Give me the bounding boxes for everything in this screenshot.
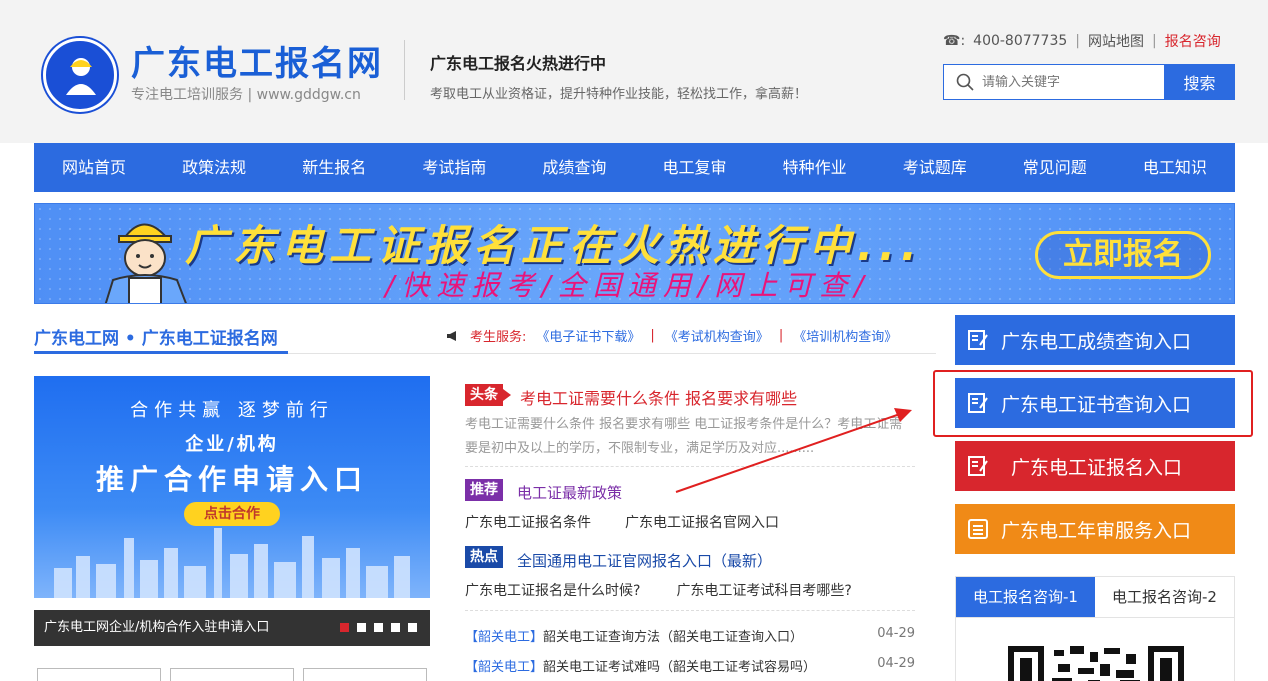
- hot-tag: 热点: [465, 546, 503, 568]
- entry-label: 广东电工成绩查询入口: [1001, 330, 1192, 353]
- recommend-link[interactable]: 电工证最新政策: [517, 482, 622, 503]
- highlight-annotation: [933, 370, 1253, 437]
- news-link[interactable]: 广东电工证报名条件: [465, 512, 591, 532]
- news-link[interactable]: 广东电工证报名是什么时候?: [465, 580, 640, 600]
- sitemap-link[interactable]: 网站地图: [1088, 31, 1144, 51]
- edit-form-icon: [968, 456, 988, 476]
- nav-item-review[interactable]: 电工复审: [634, 143, 754, 192]
- sub-tab[interactable]: [303, 668, 427, 681]
- separator: |: [1152, 33, 1157, 49]
- header-divider: [404, 40, 405, 100]
- list-item[interactable]: 【韶关电工】韶关电工证考试难吗（韶关电工证考试容易吗） 04-29: [465, 656, 915, 675]
- tab-consult-2[interactable]: 电工报名咨询-2: [1095, 577, 1234, 617]
- megaphone-icon: [447, 330, 456, 341]
- hot-items: 广东电工证报名是什么时候? 广东电工证考试科目考哪些?: [465, 580, 852, 600]
- consult-link[interactable]: 报名咨询: [1165, 31, 1221, 51]
- separator: |: [778, 328, 784, 343]
- header-contact: ☎: 400-8077735 | 网站地图 | 报名咨询: [943, 31, 1221, 51]
- news-link[interactable]: 广东电工证考试科目考哪些?: [676, 580, 851, 600]
- candidate-services: 考生服务: 《电子证书下载》 | 《考试机构查询》 | 《培训机构查询》: [446, 326, 897, 345]
- slide-dot[interactable]: [408, 623, 417, 632]
- headline-tag: 头条: [465, 384, 511, 406]
- recommend-tag: 推荐: [465, 479, 503, 501]
- edit-form-icon: [968, 330, 988, 350]
- list-item-category[interactable]: 【韶关电工】: [465, 630, 543, 645]
- promo-banner[interactable]: 广东电工证报名正在火热进行中... /快速报考/全国通用/网上可查/ 立即报名: [34, 203, 1235, 304]
- site-subtitle: 专注电工培训服务 | www.gddgw.cn: [131, 87, 361, 103]
- nav-item-question-bank[interactable]: 考试题库: [875, 143, 995, 192]
- divider: [465, 466, 915, 467]
- sub-tab[interactable]: [170, 668, 294, 681]
- site-logo[interactable]: [43, 38, 117, 112]
- search-box: [943, 64, 1165, 100]
- nav-item-faq[interactable]: 常见问题: [995, 143, 1115, 192]
- site-title[interactable]: 广东电工报名网: [131, 36, 383, 85]
- list-item-category[interactable]: 【韶关电工】: [465, 660, 543, 675]
- slide-indicators: [340, 623, 417, 632]
- slide-dot[interactable]: [357, 623, 366, 632]
- list-icon: [968, 519, 988, 539]
- list-item-title[interactable]: 韶关电工证考试难吗（韶关电工证考试容易吗）: [543, 660, 816, 675]
- header-tagline-title: 广东电工报名火热进行中: [430, 54, 607, 73]
- cooperation-slide[interactable]: 合作共赢 逐梦前行 企业/机构 推广合作申请入口 点击合作: [34, 376, 430, 598]
- nav-item-exam-guide[interactable]: 考试指南: [394, 143, 514, 192]
- nav-item-knowledge[interactable]: 电工知识: [1115, 143, 1235, 192]
- slide-dot[interactable]: [374, 623, 383, 632]
- consult-tabs: 电工报名咨询-1 电工报名咨询-2: [955, 576, 1235, 618]
- annual-review-entry[interactable]: 广东电工年审服务入口: [955, 504, 1235, 554]
- section-title-underline: [34, 351, 288, 354]
- list-item-title[interactable]: 韶关电工证查询方法（韶关电工证查询入口）: [543, 630, 803, 645]
- phone-icon: ☎:: [943, 33, 966, 49]
- promo-subtitle: 企业/机构: [185, 434, 279, 455]
- hot-link[interactable]: 全国通用电工证官网报名入口（最新）: [517, 550, 772, 571]
- header-tagline-desc: 考取电工从业资格证，提升特种作业技能，轻松找工作，拿高薪！: [430, 87, 808, 102]
- search-input[interactable]: [982, 74, 1152, 90]
- banner-signup-button[interactable]: 立即报名: [1035, 231, 1211, 279]
- divider: [465, 610, 915, 611]
- service-link-exam-org[interactable]: 《考试机构查询》: [665, 326, 769, 345]
- nav-item-special-work[interactable]: 特种作业: [755, 143, 875, 192]
- services-label: 考生服务:: [470, 330, 527, 345]
- slide-dot[interactable]: [340, 623, 349, 632]
- search-icon: [956, 73, 974, 91]
- promo-slogan: 合作共赢 逐梦前行: [130, 400, 334, 421]
- nav-item-enroll[interactable]: 新生报名: [274, 143, 394, 192]
- sub-tab[interactable]: [37, 668, 161, 681]
- score-query-entry[interactable]: 广东电工成绩查询入口: [955, 315, 1235, 365]
- qr-code-image: [1008, 646, 1184, 681]
- section-title: 广东电工网 • 广东电工证报名网: [34, 329, 278, 349]
- registration-entry[interactable]: 广东电工证报名入口: [955, 441, 1235, 491]
- banner-subline: /快速报考/全国通用/网上可查/: [385, 269, 871, 302]
- search-button[interactable]: 搜索: [1164, 64, 1235, 100]
- nav-item-score[interactable]: 成绩查询: [514, 143, 634, 192]
- service-link-training-org[interactable]: 《培训机构查询》: [793, 326, 897, 345]
- promo-title: 推广合作申请入口: [95, 463, 368, 496]
- tab-consult-1[interactable]: 电工报名咨询-1: [956, 577, 1095, 617]
- service-link-cert-download[interactable]: 《电子证书下载》: [536, 326, 640, 345]
- headline-link[interactable]: 考电工证需要什么条件 报名要求有哪些: [520, 385, 797, 409]
- entry-label: 广东电工证报名入口: [1011, 456, 1183, 479]
- separator: |: [1075, 33, 1080, 49]
- list-item-date: 04-29: [877, 656, 915, 671]
- nav-item-home[interactable]: 网站首页: [34, 143, 154, 192]
- city-skyline-illustration: [54, 528, 410, 598]
- news-link[interactable]: 广东电工证报名官网入口: [625, 512, 779, 532]
- list-item[interactable]: 【韶关电工】韶关电工证查询方法（韶关电工证查询入口） 04-29: [465, 626, 915, 645]
- list-item-date: 04-29: [877, 626, 915, 641]
- slide-dot[interactable]: [391, 623, 400, 632]
- recommend-items: 广东电工证报名条件 广东电工证报名官网入口: [465, 512, 779, 532]
- nav-item-policy[interactable]: 政策法规: [154, 143, 274, 192]
- phone-number: 400-8077735: [973, 33, 1068, 49]
- main-nav: 网站首页 政策法规 新生报名 考试指南 成绩查询 电工复审 特种作业 考试题库 …: [34, 143, 1235, 192]
- entry-label: 广东电工年审服务入口: [1001, 519, 1192, 542]
- separator: |: [650, 328, 655, 343]
- headline-summary: 考电工证需要什么条件 报名要求有哪些 电工证报考条件是什么？考电工证需要是初中及…: [465, 417, 903, 456]
